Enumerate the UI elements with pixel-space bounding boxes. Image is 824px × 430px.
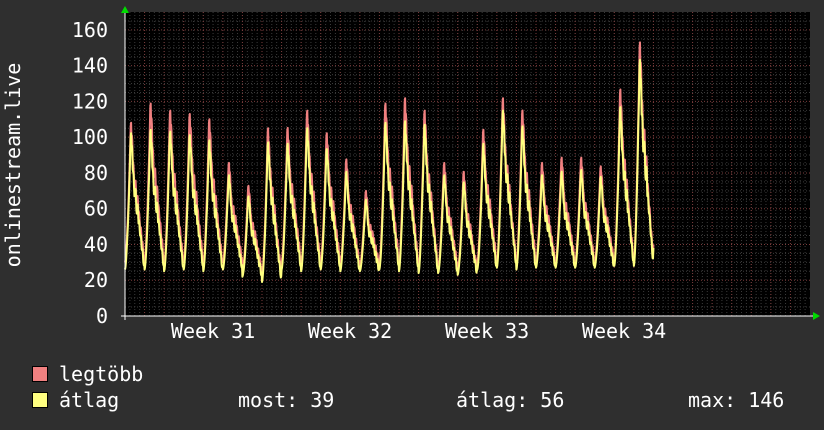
legend-swatch-atlag [32, 392, 48, 408]
y-axis-arrow [121, 6, 129, 13]
y-tick-label: 20 [84, 268, 108, 292]
y-tick-labels: 0 20 40 60 80 100 120 140 160 [72, 18, 108, 328]
y-tick-label: 60 [84, 197, 108, 221]
minor-grid [125, 12, 810, 316]
legend-label-legtobb: legtöbb [59, 362, 144, 386]
x-tick-label: Week 31 [171, 319, 255, 343]
legend-swatch-legtobb [32, 366, 48, 382]
x-tick-label: Week 34 [582, 319, 666, 343]
legend-label-atlag: átlag [59, 388, 120, 412]
x-tick-label: Week 32 [308, 319, 392, 343]
y-tick-label: 80 [84, 161, 108, 185]
stat-max: max: 146 [688, 388, 785, 412]
y-tick-label: 0 [96, 304, 108, 328]
y-tick-label: 100 [72, 125, 108, 149]
stat-atlag: átlag: 56 [456, 388, 565, 412]
y-tick-label: 160 [72, 18, 108, 42]
x-tick-label: Week 33 [445, 319, 529, 343]
y-tick-label: 120 [72, 89, 108, 113]
stat-most: most: 39 [238, 388, 335, 412]
x-tick-labels: Week 31 Week 32 Week 33 Week 34 [171, 319, 666, 343]
y-axis-label: onlinestream.live [1, 63, 25, 268]
y-tick-label: 40 [84, 232, 108, 256]
chart: 020406080100120140160 Week 31 Week 32 Week… [1, 6, 820, 343]
x-axis-arrow [813, 312, 820, 320]
y-tick-label: 140 [72, 54, 108, 78]
graph-panel: 0 20 40 60 80 100 120 140 160 Week 31 Week 32 Week… [0, 0, 824, 430]
